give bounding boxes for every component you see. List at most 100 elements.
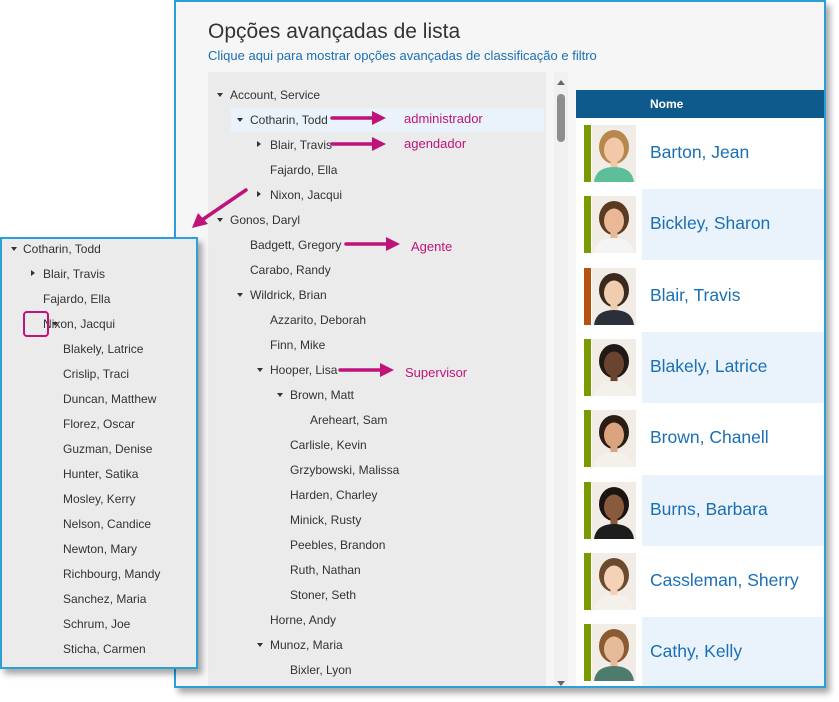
tree-item-carabo-randy[interactable]: Carabo, Randy [208, 258, 544, 282]
zoom-tree-item-cotharin-todd[interactable]: Cotharin, Todd [2, 239, 196, 261]
tree-item-horne-andy[interactable]: Horne, Andy [208, 608, 544, 632]
table-row[interactable]: Bickley, Sharon [576, 189, 824, 261]
annotation-arrow-administrador [330, 111, 386, 125]
tree-item-label: Duncan, Matthew [63, 392, 157, 406]
zoom-tree-item-florez-oscar[interactable]: Florez, Oscar [2, 412, 196, 436]
caret-down-icon[interactable] [277, 393, 283, 397]
tree-item-label: Wildrick, Brian [250, 288, 327, 302]
zoom-callout-panel: Sticha, Carmen Schrum, Joe Sanchez, Maria R… [0, 237, 198, 669]
name-cell: Cathy, Kelly [642, 617, 824, 686]
zoom-tree-item-richbourg-mandy[interactable]: Richbourg, Mandy [2, 562, 196, 586]
tree-item-fajardo-ella[interactable]: Fajardo, Ella [208, 158, 544, 182]
caret-right-icon[interactable] [31, 270, 35, 276]
zoom-tree-item-duncan-matthew[interactable]: Duncan, Matthew [2, 387, 196, 411]
caret-down-icon[interactable] [257, 368, 263, 372]
tree-item-carlisle-kevin[interactable]: Carlisle, Kevin [208, 433, 544, 457]
status-indicator [584, 481, 591, 539]
zoom-tree-item-nelson-candice[interactable]: Nelson, Candice [2, 512, 196, 536]
tree-item-grzybowski-malissa[interactable]: Grzybowski, Malissa [208, 458, 544, 482]
scrollbar-thumb[interactable] [557, 94, 565, 142]
tree-item-stoner-seth[interactable]: Stoner, Seth [208, 583, 544, 607]
status-indicator [584, 125, 591, 182]
name-cell: Blakely, Latrice [642, 331, 824, 403]
annotation-arrow-supervisor [338, 363, 394, 377]
tree-item-brown-matt[interactable]: Brown, Matt [208, 383, 544, 407]
tree-item-label: Blakely, Latrice [63, 342, 144, 356]
tree-item-gonos-daryl[interactable]: Gonos, Daryl [208, 208, 544, 232]
table-row[interactable]: Barton, Jean [576, 118, 824, 189]
person-name-link[interactable]: Cassleman, Sherry [650, 570, 799, 591]
tree-item-minick-rusty[interactable]: Minick, Rusty [208, 508, 544, 532]
tree-item-label: Munoz, Maria [270, 638, 343, 652]
table-row[interactable]: Burns, Barbara [576, 474, 824, 546]
caret-down-icon[interactable] [11, 247, 17, 251]
tree-item-munoz-maria[interactable]: Munoz, Maria [208, 633, 544, 657]
zoom-tree-item-blair-travis[interactable]: Blair, Travis [2, 262, 196, 286]
role-label-agente: Agente [411, 239, 453, 254]
tree-item-label: Nixon, Jacqui [43, 317, 116, 331]
tree-item-bixler-lyon[interactable]: Bixler, Lyon [208, 658, 544, 682]
tree-item-label: Crislip, Traci [63, 367, 130, 381]
tree-item-label: Cotharin, Todd [23, 242, 101, 256]
person-name-link[interactable]: Cathy, Kelly [650, 641, 742, 662]
tree-item-ruth-nathan[interactable]: Ruth, Nathan [208, 558, 544, 582]
zoom-tree-item-hunter-satika[interactable]: Hunter, Satika [2, 462, 196, 486]
avatar [592, 481, 636, 539]
zoom-tree-item-sanchez-maria[interactable]: Sanchez, Maria [2, 587, 196, 611]
zoom-tree-item-sticha-carmen[interactable]: Sticha, Carmen [2, 637, 196, 661]
table-row[interactable]: Cassleman, Sherry [576, 545, 824, 617]
tree-scrollbar[interactable] [554, 72, 568, 686]
tree-item-areheart-sam[interactable]: Areheart, Sam [208, 408, 544, 432]
role-label-agendador: agendador [404, 136, 467, 151]
person-name-link[interactable]: Brown, Chanell [650, 427, 769, 448]
tree-item-label: Areheart, Sam [310, 413, 388, 427]
caret-down-icon[interactable] [217, 93, 223, 97]
tree-item-label: Brown, Matt [290, 388, 355, 402]
zoom-tree-item-fajardo-ella[interactable]: Fajardo, Ella [2, 287, 196, 311]
person-name-link[interactable]: Blakely, Latrice [650, 356, 767, 377]
tree-item-azzarito-deborah[interactable]: Azzarito, Deborah [208, 308, 544, 332]
caret-right-icon[interactable] [257, 141, 261, 147]
caret-right-icon[interactable] [257, 191, 261, 197]
scroll-up-icon[interactable] [557, 80, 565, 85]
caret-down-icon[interactable] [257, 643, 263, 647]
tree-item-label: Fajardo, Ella [270, 163, 338, 177]
person-name-link[interactable]: Blair, Travis [650, 285, 740, 306]
tree-item-label: Sanchez, Maria [63, 592, 147, 606]
person-name-link[interactable]: Bickley, Sharon [650, 213, 770, 234]
caret-down-icon[interactable] [237, 293, 243, 297]
tree-item-wildrick-brian[interactable]: Wildrick, Brian [208, 283, 544, 307]
caret-down-icon[interactable] [237, 118, 243, 122]
person-name-link[interactable]: Burns, Barbara [650, 499, 768, 520]
avatar [592, 125, 636, 182]
tree-item-nixon-jacqui[interactable]: Nixon, Jacqui [208, 183, 544, 207]
person-name-link[interactable]: Barton, Jean [650, 142, 749, 163]
zoom-tree-item-guzman-denise[interactable]: Guzman, Denise [2, 437, 196, 461]
tree-item-account-service[interactable]: Account, Service [208, 83, 544, 107]
tree-item-label: Nixon, Jacqui [270, 188, 343, 202]
tree-item-label: Azzarito, Deborah [270, 313, 367, 327]
role-label-administrador: administrador [404, 111, 483, 126]
column-header-name[interactable]: Nome [650, 90, 683, 118]
advanced-options-link[interactable]: Clique aqui para mostrar opções avançada… [208, 48, 597, 63]
tree-item-finn-mike[interactable]: Finn, Mike [208, 333, 544, 357]
tree-item-peebles-brandon[interactable]: Peebles, Brandon [208, 533, 544, 557]
zoom-tree-item-crislip-traci[interactable]: Crislip, Traci [2, 362, 196, 386]
tree-item-label: Fajardo, Ella [43, 292, 111, 306]
zoom-tree-item-newton-mary[interactable]: Newton, Mary [2, 537, 196, 561]
tree-item-label: Stoner, Seth [290, 588, 357, 602]
tree-item-harden-charley[interactable]: Harden, Charley [208, 483, 544, 507]
scroll-down-icon[interactable] [557, 681, 565, 686]
tree-item-label: Guzman, Denise [63, 442, 153, 456]
table-row[interactable]: Blair, Travis [576, 260, 824, 332]
name-cell: Burns, Barbara [642, 474, 824, 546]
name-cell: Cassleman, Sherry [642, 546, 824, 617]
table-row[interactable]: Brown, Chanell [576, 403, 824, 475]
zoom-tree-item-mosley-kerry[interactable]: Mosley, Kerry [2, 487, 196, 511]
zoom-tree-item-blakely-latrice[interactable]: Blakely, Latrice [2, 337, 196, 361]
grid-header[interactable]: Nome [576, 90, 824, 118]
zoom-tree-item-schrum-joe[interactable]: Schrum, Joe [2, 612, 196, 636]
avatar [592, 338, 636, 396]
table-row[interactable]: Cathy, Kelly [576, 617, 824, 686]
table-row[interactable]: Blakely, Latrice [576, 331, 824, 403]
